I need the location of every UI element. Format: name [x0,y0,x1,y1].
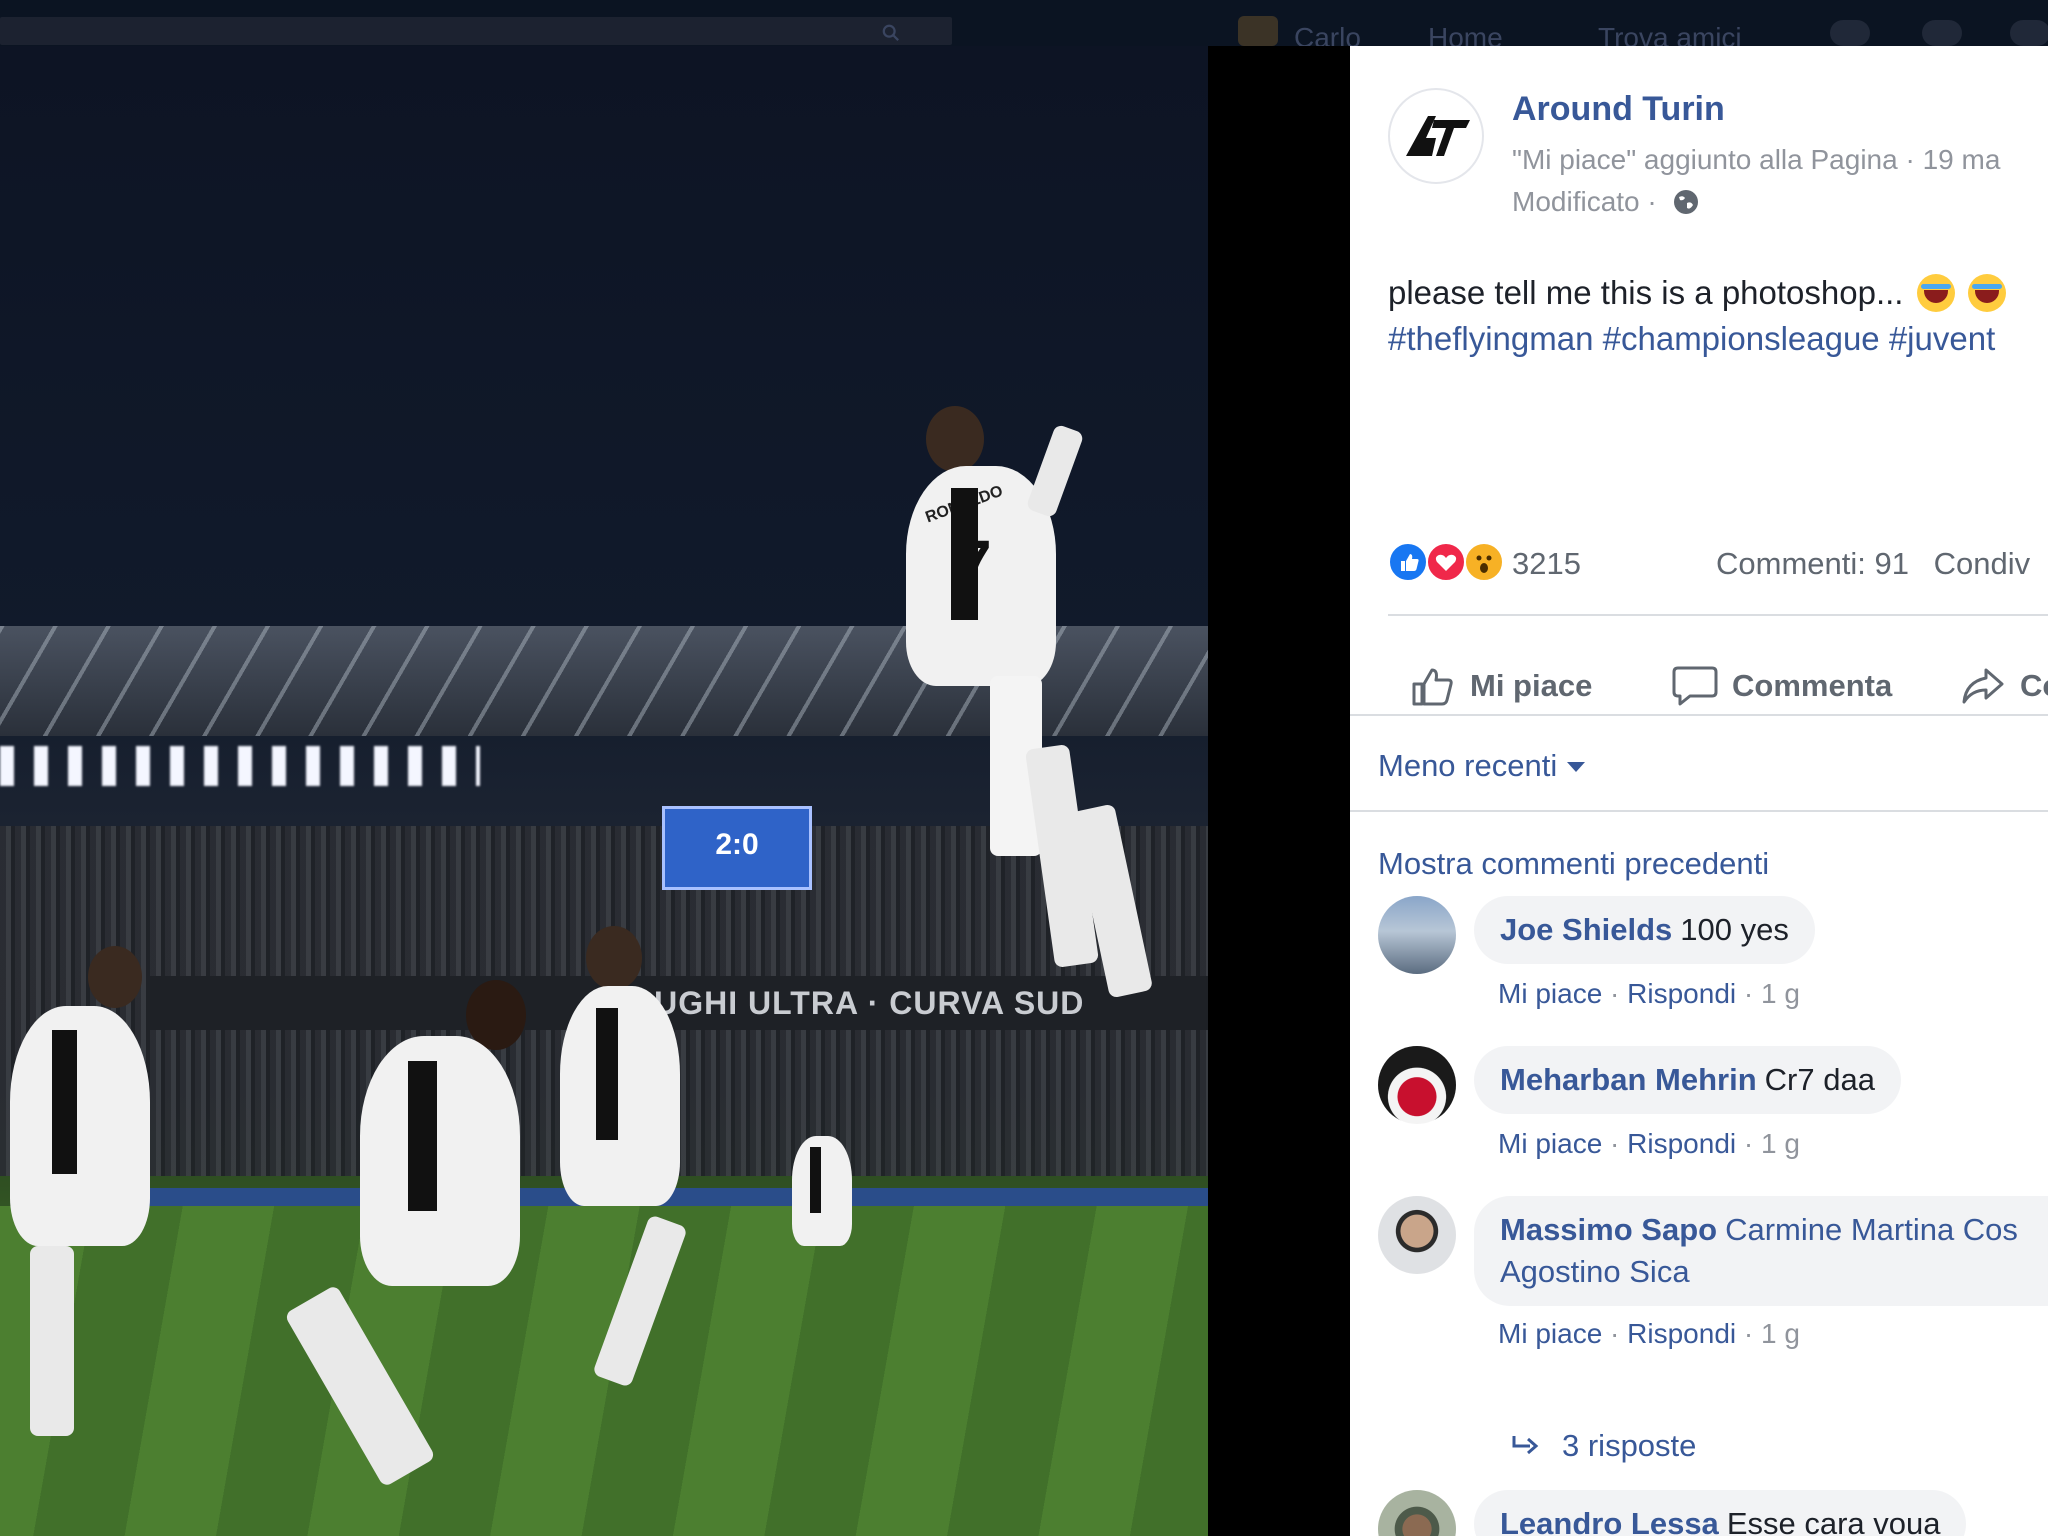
commenter-avatar[interactable] [1378,1046,1456,1124]
love-reaction-icon [1426,542,1466,582]
view-replies-link[interactable]: 3 risposte [1510,1428,1696,1464]
player-arm [1025,423,1085,519]
like-button-label: Mi piace [1470,668,1593,703]
commenter-avatar[interactable] [1378,1490,1456,1536]
notifications-icon[interactable] [2010,20,2048,46]
thumbs-up-icon [1412,668,1453,706]
comment-like-link[interactable]: Mi piace [1498,1128,1602,1159]
player-head [586,926,642,990]
friend-requests-icon[interactable] [1830,20,1870,46]
laughing-emoji-icon [1967,274,2006,312]
replies-count: 3 risposte [1562,1428,1697,1463]
search-icon[interactable] [882,24,900,42]
stadium-scoreboard: 2:0 [662,806,812,890]
laughing-emoji-icon [1916,274,1955,312]
share-button[interactable]: Co [1960,664,2048,708]
jersey-number: 7 [956,527,992,599]
comment-author-link[interactable]: Massimo Sapo [1500,1212,1717,1247]
scoreboard-score: 2:0 [715,828,759,861]
comment-time[interactable]: 1 g [1761,1128,1800,1159]
player-head [926,406,984,472]
comment-text: Cr7 daa [1764,1062,1875,1097]
comment-author-link[interactable]: Joe Shields [1500,912,1672,947]
post-sidebar: Around Turin "Mi piace" aggiunto alla Pa… [1350,46,2048,1536]
globe-icon [1673,190,1698,214]
post-stats: Commenti: 91 Condiv [1716,546,2030,582]
stadium-banner: RUGHI ULTRA · CURVA SUD [150,976,1208,1030]
jersey-name: RONALDO [923,482,1006,527]
running-player [360,1036,520,1286]
nav-profile-link[interactable]: Carlo [1294,22,1361,46]
player-head [466,980,526,1050]
player-leg [30,1246,74,1436]
edited-label[interactable]: Modificato · [1512,186,1657,217]
stadium-lights [0,746,480,786]
comments-count-link[interactable]: Commenti: 91 [1716,546,1909,581]
show-previous-comments-link[interactable]: Mostra commenti precedenti [1378,846,1769,882]
reply-arrow-icon [1512,1436,1539,1455]
comment-actions: Mi piace · Rispondi · 1 g [1498,978,1800,1009]
nav-find-friends-link[interactable]: Trova amici [1598,22,1742,46]
commenter-avatar[interactable] [1378,1196,1456,1274]
divider [1350,810,2048,812]
sort-label: Meno recenti [1378,748,1558,783]
comment-like-link[interactable]: Mi piace [1498,1318,1602,1349]
player-head [88,946,142,1008]
viewer-background [1208,46,1350,1536]
comment-author-link[interactable]: Leandro Lessa [1500,1506,1719,1536]
distant-player [792,1136,852,1246]
around-turin-logo-icon [1406,116,1470,156]
post-edited: Modificato · [1512,186,1699,218]
comment-text: 100 yes [1680,912,1789,947]
running-player [560,986,680,1206]
comment-icon [1672,666,1718,706]
divider [1350,714,2048,716]
post-text: please tell me this is a photoshop... [1388,274,2006,312]
profile-avatar[interactable] [1238,16,1278,46]
comment-button[interactable]: Commenta [1672,664,1892,708]
comment-time[interactable]: 1 g [1761,1318,1800,1349]
comment-bubble: Joe Shields 100 yes [1474,896,1815,964]
share-button-label: Co [2020,668,2048,703]
share-icon [1962,668,2004,704]
nav-home-link[interactable]: Home [1428,22,1503,46]
shares-count-link[interactable]: Condiv [1934,546,2031,581]
comment-actions: Mi piace · Rispondi · 1 g [1498,1318,1800,1349]
reaction-count[interactable]: 3215 [1512,546,1581,582]
wow-reaction-icon [1464,542,1504,582]
comment-reply-link[interactable]: Rispondi [1627,1318,1736,1349]
comment-bubble: Massimo Sapo Carmine Martina Cos Agostino… [1474,1196,2048,1306]
comment-time[interactable]: 1 g [1761,978,1800,1009]
comment-sort-dropdown[interactable]: Meno recenti [1378,748,1586,784]
comment-bubble: Meharban Mehrin Cr7 daa [1474,1046,1901,1114]
comment-like-link[interactable]: Mi piace [1498,978,1602,1009]
like-button[interactable]: Mi piace [1410,664,1592,708]
comment-tags[interactable]: Carmine Martina Cos [1725,1212,2018,1247]
comment-tags-line2[interactable]: Agostino Sica [1500,1254,2048,1290]
post-hashtags[interactable]: #theflyingman #championsleague #juvent [1388,320,1995,358]
comment-text: Esse cara voua [1726,1506,1941,1536]
caret-down-icon [1567,762,1586,772]
comment-button-label: Commenta [1732,668,1893,703]
search-input[interactable] [0,17,952,45]
comment-reply-link[interactable]: Rispondi [1627,978,1736,1009]
comment-author-link[interactable]: Meharban Mehrin [1500,1062,1757,1097]
running-player [10,1006,150,1246]
comment-actions: Mi piace · Rispondi · 1 g [1498,1128,1800,1159]
post-meta: "Mi piace" aggiunto alla Pagina · 19 ma [1512,144,2001,175]
comment-bubble: Leandro Lessa Esse cara voua [1474,1490,1967,1536]
page-name-link[interactable]: Around Turin [1512,90,1725,129]
like-reaction-icon [1388,542,1428,582]
page-avatar[interactable] [1388,88,1484,184]
comment-reply-link[interactable]: Rispondi [1627,1128,1736,1159]
post-message: please tell me this is a photoshop... [1388,274,1904,311]
commenter-avatar[interactable] [1378,896,1456,974]
post-photo[interactable]: RUGHI ULTRA · CURVA SUD 2:0 RONALDO 7 [0,46,1208,1536]
top-navigation-bar: Carlo Home Trova amici [0,0,2048,46]
divider [1388,614,2048,616]
messages-icon[interactable] [1922,20,1962,46]
